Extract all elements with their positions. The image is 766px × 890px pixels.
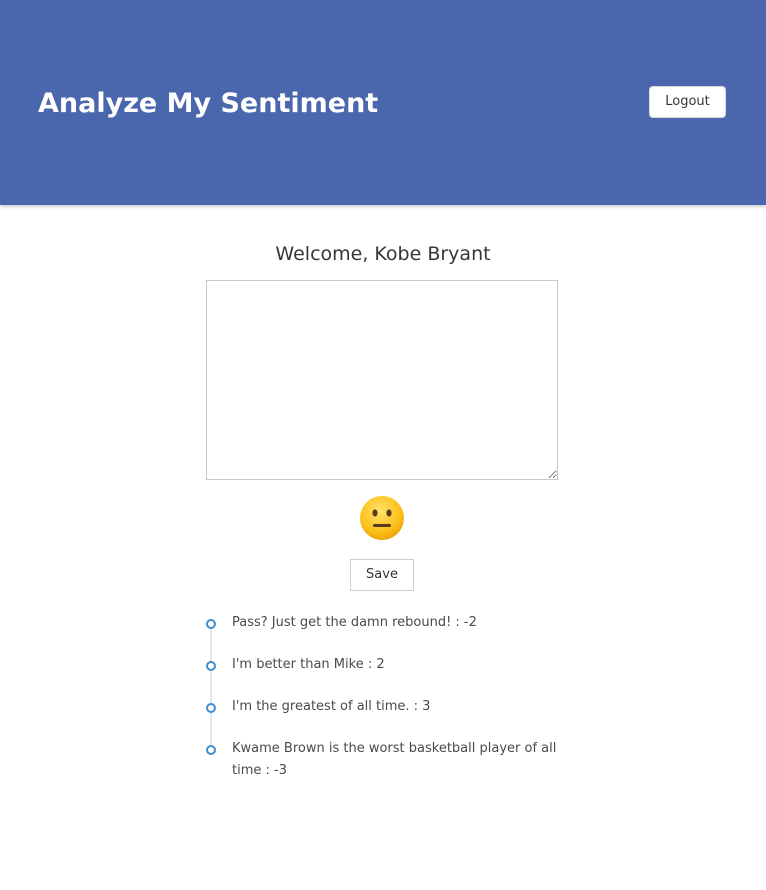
- timeline-marker-icon: [206, 745, 216, 755]
- timeline-item-text: Kwame Brown is the worst basketball play…: [232, 741, 557, 778]
- timeline-item: Kwame Brown is the worst basketball play…: [200, 738, 580, 790]
- timeline-item-text: Pass? Just get the damn rebound! : -2: [232, 615, 477, 630]
- timeline-item: I'm the greatest of all time. : 3: [200, 696, 580, 738]
- timeline-item-text: I'm better than Mike : 2: [232, 657, 385, 672]
- timeline-marker-icon: [206, 619, 216, 629]
- logout-button[interactable]: Logout: [649, 86, 726, 118]
- timeline-marker-icon: [206, 703, 216, 713]
- sentiment-textarea[interactable]: [206, 280, 558, 480]
- timeline-item: Pass? Just get the damn rebound! : -2: [200, 612, 580, 654]
- welcome-heading: Welcome, Kobe Bryant: [275, 243, 491, 265]
- save-button[interactable]: Save: [350, 559, 414, 591]
- timeline-item: I'm better than Mike : 2: [200, 654, 580, 696]
- neutral-face-icon: [360, 496, 404, 540]
- sentiment-timeline: Pass? Just get the damn rebound! : -2 I'…: [200, 612, 580, 790]
- timeline-marker-icon: [206, 661, 216, 671]
- app-header: Analyze My Sentiment Logout: [0, 0, 766, 205]
- page-title: Analyze My Sentiment: [38, 88, 379, 119]
- timeline-item-text: I'm the greatest of all time. : 3: [232, 699, 431, 714]
